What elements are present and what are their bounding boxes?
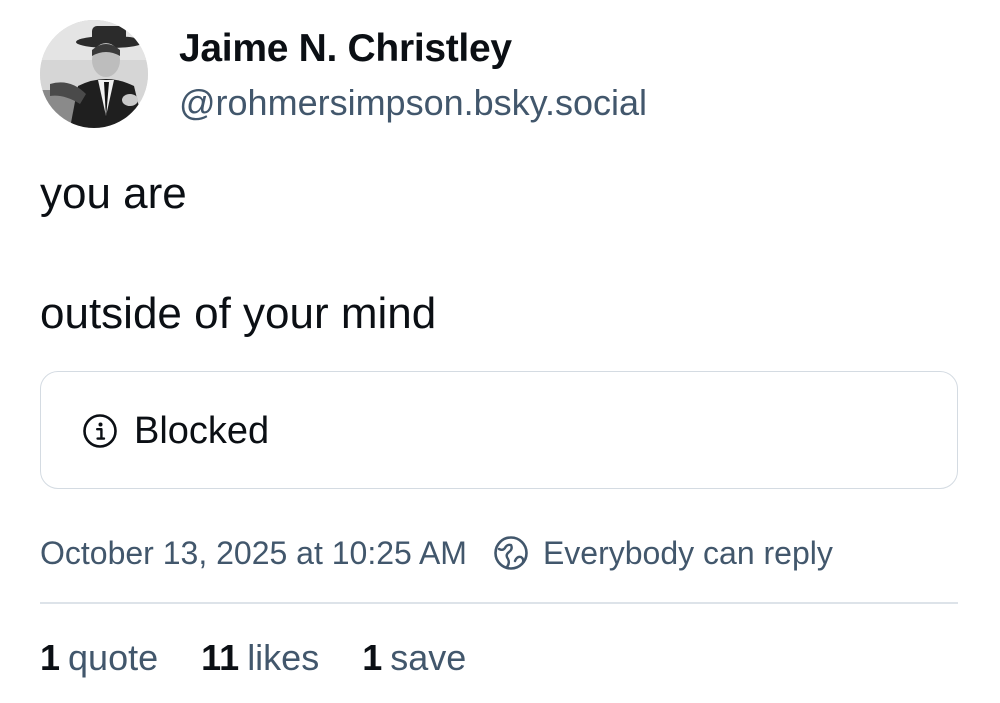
saves-count: 1 bbox=[362, 637, 383, 678]
post-timestamp[interactable]: October 13, 2025 at 10:25 AM bbox=[40, 535, 467, 572]
saves-stat[interactable]: 1 save bbox=[362, 636, 466, 680]
reply-setting[interactable]: Everybody can reply bbox=[543, 535, 833, 572]
quotes-stat[interactable]: 1 quote bbox=[40, 636, 158, 680]
globe-icon bbox=[494, 536, 528, 570]
avatar[interactable] bbox=[40, 20, 148, 128]
blocked-embed-card: Blocked bbox=[40, 371, 958, 489]
author-handle[interactable]: @rohmersimpson.bsky.social bbox=[179, 82, 647, 124]
author-display-name[interactable]: Jaime N. Christley bbox=[179, 26, 512, 72]
avatar-photo bbox=[40, 20, 148, 128]
post-text-line: outside of your mind bbox=[40, 289, 437, 338]
post-thread-item: Jaime N. Christley @rohmersimpson.bsky.s… bbox=[0, 0, 1000, 703]
quotes-count: 1 bbox=[40, 637, 61, 678]
blocked-label: Blocked bbox=[134, 410, 270, 452]
quotes-label: quote bbox=[68, 637, 159, 678]
likes-stat[interactable]: 11 likes bbox=[201, 636, 319, 680]
likes-label: likes bbox=[247, 637, 320, 678]
divider bbox=[40, 602, 958, 604]
post-stats: 1 quote 11 likes 1 save bbox=[40, 636, 509, 680]
saves-label: save bbox=[390, 637, 467, 678]
post-text: you are outside of your mind bbox=[40, 168, 960, 340]
info-circle-icon bbox=[83, 414, 117, 448]
post-meta: October 13, 2025 at 10:25 AM Everybody c… bbox=[40, 531, 833, 575]
likes-count: 11 bbox=[201, 637, 240, 678]
post-text-line: you are bbox=[40, 169, 187, 218]
